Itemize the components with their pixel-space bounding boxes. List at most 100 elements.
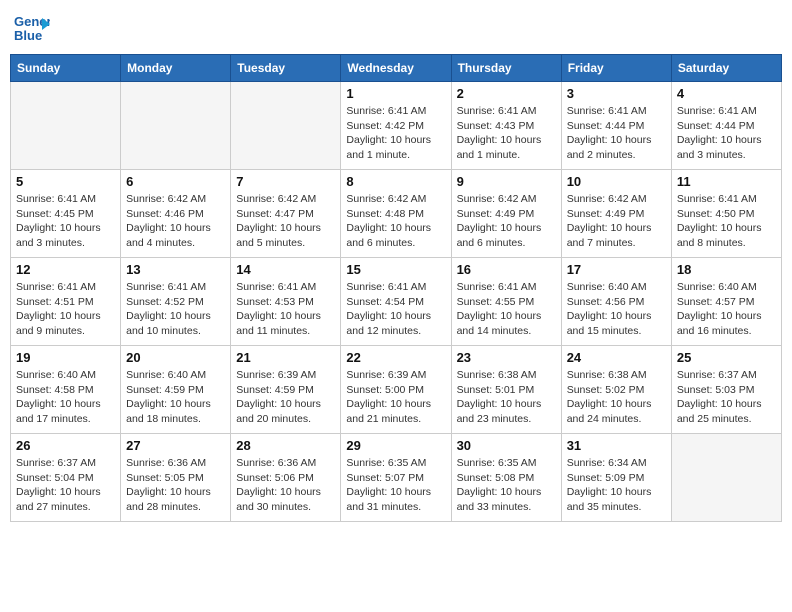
calendar-cell: 8Sunrise: 6:42 AM Sunset: 4:48 PM Daylig… xyxy=(341,170,451,258)
day-number: 15 xyxy=(346,262,445,277)
calendar-cell: 25Sunrise: 6:37 AM Sunset: 5:03 PM Dayli… xyxy=(671,346,781,434)
calendar-cell: 1 Sunrise: 6:41 AM Sunset: 4:42 PM Daylig… xyxy=(341,82,451,170)
day-number: 7 xyxy=(236,174,335,189)
day-number: 28 xyxy=(236,438,335,453)
calendar-cell: 13 Sunrise: 6:41 AM Sunset: 4:52 PM Dayli… xyxy=(121,258,231,346)
day-number: 26 xyxy=(16,438,115,453)
day-number: 6 xyxy=(126,174,225,189)
calendar-table: SundayMondayTuesdayWednesdayThursdayFrid… xyxy=(10,54,782,522)
day-info: Sunrise: 6:42 AM Sunset: 4:49 PM Dayligh… xyxy=(457,192,556,251)
calendar-cell: 3 Sunrise: 6:41 AM Sunset: 4:44 PM Daylig… xyxy=(561,82,671,170)
day-number: 20 xyxy=(126,350,225,365)
day-info: Sunrise: 6:41 AM Sunset: 4:50 PM Dayligh… xyxy=(677,192,776,251)
calendar-cell: 17 Sunrise: 6:40 AM Sunset: 4:56 PM Dayli… xyxy=(561,258,671,346)
day-number: 13 xyxy=(126,262,225,277)
day-info: Sunrise: 6:38 AM Sunset: 5:02 PM Dayligh… xyxy=(567,368,666,427)
day-number: 19 xyxy=(16,350,115,365)
calendar-cell xyxy=(231,82,341,170)
day-info: Sunrise: 6:41 AM Sunset: 4:55 PM Dayligh… xyxy=(457,280,556,339)
calendar-week-2: 5 Sunrise: 6:41 AM Sunset: 4:45 PM Daylig… xyxy=(11,170,782,258)
calendar-cell: 30 Sunrise: 6:35 AM Sunset: 5:08 PM Dayli… xyxy=(451,434,561,522)
calendar-cell: 19Sunrise: 6:40 AM Sunset: 4:58 PM Dayli… xyxy=(11,346,121,434)
calendar-cell: 4Sunrise: 6:41 AM Sunset: 4:44 PM Daylig… xyxy=(671,82,781,170)
calendar-cell: 7 Sunrise: 6:42 AM Sunset: 4:47 PM Daylig… xyxy=(231,170,341,258)
day-number: 5 xyxy=(16,174,115,189)
day-number: 25 xyxy=(677,350,776,365)
day-number: 12 xyxy=(16,262,115,277)
calendar-cell: 6 Sunrise: 6:42 AM Sunset: 4:46 PM Daylig… xyxy=(121,170,231,258)
calendar-cell: 18 Sunrise: 6:40 AM Sunset: 4:57 PM Dayli… xyxy=(671,258,781,346)
day-info: Sunrise: 6:41 AM Sunset: 4:51 PM Dayligh… xyxy=(16,280,115,339)
logo-icon: General Blue xyxy=(14,10,50,46)
day-info: Sunrise: 6:35 AM Sunset: 5:08 PM Dayligh… xyxy=(457,456,556,515)
calendar-week-4: 19Sunrise: 6:40 AM Sunset: 4:58 PM Dayli… xyxy=(11,346,782,434)
day-number: 31 xyxy=(567,438,666,453)
day-info: Sunrise: 6:41 AM Sunset: 4:52 PM Dayligh… xyxy=(126,280,225,339)
day-number: 14 xyxy=(236,262,335,277)
day-number: 10 xyxy=(567,174,666,189)
calendar-week-5: 26 Sunrise: 6:37 AM Sunset: 5:04 PM Dayli… xyxy=(11,434,782,522)
day-info: Sunrise: 6:41 AM Sunset: 4:44 PM Dayligh… xyxy=(677,104,776,163)
logo: General Blue xyxy=(14,10,52,46)
calendar-cell xyxy=(671,434,781,522)
calendar-header-tuesday: Tuesday xyxy=(231,55,341,82)
calendar-cell: 21 Sunrise: 6:39 AM Sunset: 4:59 PM Dayli… xyxy=(231,346,341,434)
calendar-cell: 23 Sunrise: 6:38 AM Sunset: 5:01 PM Dayli… xyxy=(451,346,561,434)
day-number: 1 xyxy=(346,86,445,101)
calendar-cell: 9 Sunrise: 6:42 AM Sunset: 4:49 PM Daylig… xyxy=(451,170,561,258)
calendar-cell: 27 Sunrise: 6:36 AM Sunset: 5:05 PM Dayli… xyxy=(121,434,231,522)
day-number: 17 xyxy=(567,262,666,277)
day-number: 2 xyxy=(457,86,556,101)
day-info: Sunrise: 6:41 AM Sunset: 4:43 PM Dayligh… xyxy=(457,104,556,163)
day-info: Sunrise: 6:39 AM Sunset: 5:00 PM Dayligh… xyxy=(346,368,445,427)
day-number: 30 xyxy=(457,438,556,453)
calendar-cell: 11Sunrise: 6:41 AM Sunset: 4:50 PM Dayli… xyxy=(671,170,781,258)
day-info: Sunrise: 6:42 AM Sunset: 4:48 PM Dayligh… xyxy=(346,192,445,251)
day-number: 3 xyxy=(567,86,666,101)
day-info: Sunrise: 6:42 AM Sunset: 4:49 PM Dayligh… xyxy=(567,192,666,251)
calendar-header-row: SundayMondayTuesdayWednesdayThursdayFrid… xyxy=(11,55,782,82)
calendar-cell xyxy=(121,82,231,170)
calendar-cell: 22 Sunrise: 6:39 AM Sunset: 5:00 PM Dayli… xyxy=(341,346,451,434)
calendar-cell: 14Sunrise: 6:41 AM Sunset: 4:53 PM Dayli… xyxy=(231,258,341,346)
day-info: Sunrise: 6:41 AM Sunset: 4:45 PM Dayligh… xyxy=(16,192,115,251)
day-number: 21 xyxy=(236,350,335,365)
calendar-header-saturday: Saturday xyxy=(671,55,781,82)
calendar-cell: 29Sunrise: 6:35 AM Sunset: 5:07 PM Dayli… xyxy=(341,434,451,522)
calendar-header-wednesday: Wednesday xyxy=(341,55,451,82)
day-number: 9 xyxy=(457,174,556,189)
page-header: General Blue xyxy=(10,10,782,46)
calendar-week-1: 1 Sunrise: 6:41 AM Sunset: 4:42 PM Daylig… xyxy=(11,82,782,170)
day-info: Sunrise: 6:36 AM Sunset: 5:05 PM Dayligh… xyxy=(126,456,225,515)
calendar-week-3: 12 Sunrise: 6:41 AM Sunset: 4:51 PM Dayli… xyxy=(11,258,782,346)
day-info: Sunrise: 6:42 AM Sunset: 4:46 PM Dayligh… xyxy=(126,192,225,251)
day-info: Sunrise: 6:40 AM Sunset: 4:57 PM Dayligh… xyxy=(677,280,776,339)
day-info: Sunrise: 6:41 AM Sunset: 4:44 PM Dayligh… xyxy=(567,104,666,163)
calendar-cell: 5 Sunrise: 6:41 AM Sunset: 4:45 PM Daylig… xyxy=(11,170,121,258)
calendar-cell: 28Sunrise: 6:36 AM Sunset: 5:06 PM Dayli… xyxy=(231,434,341,522)
day-number: 23 xyxy=(457,350,556,365)
calendar-cell: 16Sunrise: 6:41 AM Sunset: 4:55 PM Dayli… xyxy=(451,258,561,346)
day-number: 18 xyxy=(677,262,776,277)
calendar-cell: 26 Sunrise: 6:37 AM Sunset: 5:04 PM Dayli… xyxy=(11,434,121,522)
day-info: Sunrise: 6:41 AM Sunset: 4:42 PM Dayligh… xyxy=(346,104,445,163)
day-info: Sunrise: 6:39 AM Sunset: 4:59 PM Dayligh… xyxy=(236,368,335,427)
calendar-cell: 15 Sunrise: 6:41 AM Sunset: 4:54 PM Dayli… xyxy=(341,258,451,346)
calendar-cell: 31 Sunrise: 6:34 AM Sunset: 5:09 PM Dayli… xyxy=(561,434,671,522)
svg-text:Blue: Blue xyxy=(14,28,42,43)
calendar-cell: 24Sunrise: 6:38 AM Sunset: 5:02 PM Dayli… xyxy=(561,346,671,434)
calendar-cell: 20Sunrise: 6:40 AM Sunset: 4:59 PM Dayli… xyxy=(121,346,231,434)
day-number: 22 xyxy=(346,350,445,365)
day-info: Sunrise: 6:37 AM Sunset: 5:04 PM Dayligh… xyxy=(16,456,115,515)
calendar-header-thursday: Thursday xyxy=(451,55,561,82)
calendar-header-monday: Monday xyxy=(121,55,231,82)
calendar-cell: 2 Sunrise: 6:41 AM Sunset: 4:43 PM Daylig… xyxy=(451,82,561,170)
day-number: 27 xyxy=(126,438,225,453)
day-info: Sunrise: 6:34 AM Sunset: 5:09 PM Dayligh… xyxy=(567,456,666,515)
day-info: Sunrise: 6:40 AM Sunset: 4:56 PM Dayligh… xyxy=(567,280,666,339)
day-info: Sunrise: 6:42 AM Sunset: 4:47 PM Dayligh… xyxy=(236,192,335,251)
day-info: Sunrise: 6:38 AM Sunset: 5:01 PM Dayligh… xyxy=(457,368,556,427)
day-info: Sunrise: 6:41 AM Sunset: 4:54 PM Dayligh… xyxy=(346,280,445,339)
day-info: Sunrise: 6:35 AM Sunset: 5:07 PM Dayligh… xyxy=(346,456,445,515)
calendar-header-sunday: Sunday xyxy=(11,55,121,82)
